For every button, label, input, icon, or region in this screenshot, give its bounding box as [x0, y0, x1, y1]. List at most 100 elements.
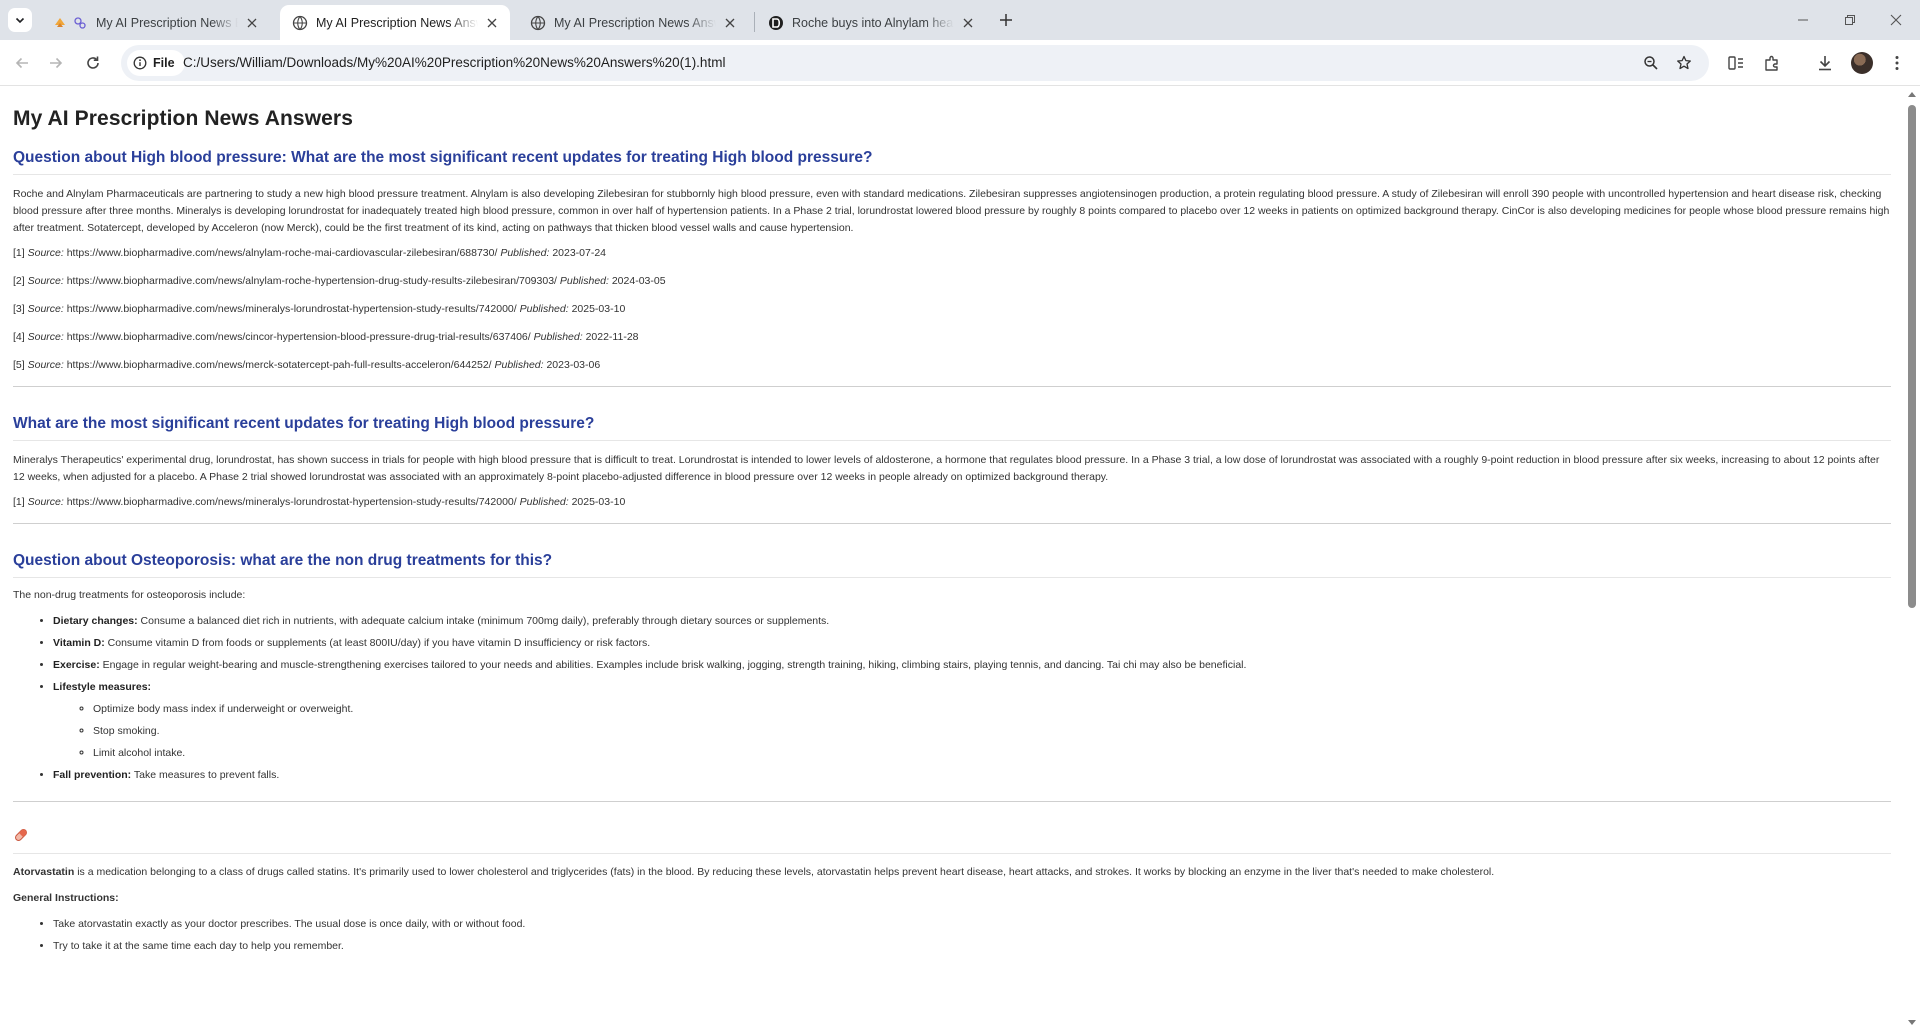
close-icon [1890, 14, 1902, 26]
item-label: Dietary changes: [53, 615, 138, 627]
zoom-icon[interactable] [1641, 53, 1661, 73]
profile-avatar[interactable] [1851, 52, 1873, 74]
source-url[interactable]: https://www.biopharmadive.com/news/miner… [67, 303, 517, 315]
list-item: Vitamin D: Consume vitamin D from foods … [53, 637, 1891, 649]
bookmark-star-icon[interactable] [1674, 53, 1694, 73]
drug-description-text: is a medication belonging to a class of … [77, 866, 1495, 878]
item-label: Fall prevention: [53, 769, 132, 781]
list-item: Fall prevention: Take measures to preven… [53, 769, 1891, 781]
tab-title: Roche buys into Alnylam heart [792, 15, 954, 30]
url-text[interactable]: C:/Users/William/Downloads/My%20AI%20Pre… [183, 55, 725, 70]
source-url[interactable]: https://www.biopharmadive.com/news/cinco… [67, 331, 531, 343]
qa-section-high-bp-2: What are the most significant recent upd… [13, 415, 1891, 509]
item-label: Exercise: [53, 659, 100, 671]
restore-button[interactable] [1827, 0, 1873, 40]
scroll-down-arrow-icon[interactable] [1908, 1020, 1916, 1025]
source-url[interactable]: https://www.biopharmadive.com/news/alnyl… [67, 247, 498, 259]
source-item: [2] Source: https://www.biopharmadive.co… [13, 274, 1891, 288]
more-menu-icon[interactable] [1886, 52, 1908, 74]
tab-ai-bot[interactable]: My AI Prescription News Bot [40, 5, 270, 40]
tab-answers[interactable]: My AI Prescription News Answers [518, 5, 748, 40]
vertical-scrollbar[interactable] [1904, 87, 1920, 1032]
source-label: Source: [27, 359, 64, 371]
tab-title: My AI Prescription News Answers [316, 15, 478, 30]
site-info-chip[interactable]: File [127, 50, 185, 76]
source-num: [3] [13, 303, 25, 315]
ai-bot-icon [52, 15, 68, 31]
close-tab-icon[interactable] [960, 15, 976, 31]
restore-icon [1845, 15, 1855, 25]
treatment-list: Dietary changes: Consume a balanced diet… [53, 615, 1891, 781]
sublist-item: Optimize body mass index if underweight … [93, 703, 1891, 715]
biopharma-dive-icon [768, 15, 784, 31]
back-button[interactable] [8, 49, 36, 77]
item-text: Take measures to prevent falls. [133, 769, 280, 781]
published-label: Published: [519, 496, 569, 508]
chevron-down-icon [15, 17, 25, 24]
published-date: 2023-03-06 [546, 359, 601, 371]
tab-roche-alnylam[interactable]: Roche buys into Alnylam heart [756, 5, 986, 40]
section-heading [13, 828, 1891, 854]
answer-text: Mineralys Therapeutics' experimental dru… [13, 454, 1880, 483]
lifestyle-sublist: Optimize body mass index if underweight … [93, 703, 1891, 759]
list-item: Take atorvastatin exactly as your doctor… [53, 918, 1891, 930]
new-tab-button[interactable] [995, 9, 1017, 31]
scroll-up-arrow-icon[interactable] [1908, 92, 1916, 97]
item-text: Consume a balanced diet rich in nutrient… [140, 615, 830, 627]
published-label: Published: [500, 247, 550, 259]
close-tab-icon[interactable] [722, 15, 738, 31]
tab-title: My AI Prescription News Bot [96, 15, 238, 30]
download-icon[interactable] [1814, 52, 1836, 74]
page-title: My AI Prescription News Answers [13, 107, 353, 130]
intro-text: The non-drug treatments for osteoporosis… [13, 589, 246, 601]
back-arrow-icon [15, 57, 28, 69]
section-heading: Question about Osteoporosis: what are th… [13, 552, 1891, 578]
minimize-button[interactable] [1780, 0, 1826, 40]
forward-button[interactable] [42, 49, 70, 77]
source-url[interactable]: https://www.biopharmadive.com/news/merck… [67, 359, 492, 371]
forward-arrow-icon [50, 57, 63, 69]
source-item: [5] Source: https://www.biopharmadive.co… [13, 358, 1891, 372]
tab-answers-active[interactable]: My AI Prescription News Answers [280, 5, 510, 40]
source-item: [1] Source: https://www.biopharmadive.co… [13, 246, 1891, 260]
source-label: Source: [27, 247, 64, 259]
source-num: [5] [13, 359, 25, 371]
scrollbar-thumb[interactable] [1908, 105, 1916, 608]
globe-icon [292, 15, 308, 31]
sublist-item: Stop smoking. [93, 725, 1891, 737]
close-tab-icon[interactable] [244, 15, 260, 31]
list-item: Dietary changes: Consume a balanced diet… [53, 615, 1891, 627]
tab-search-button[interactable] [8, 8, 32, 32]
general-instructions-label: General Instructions: [13, 892, 119, 904]
source-num: [1] [13, 496, 25, 508]
item-label: Vitamin D: [53, 637, 105, 649]
published-date: 2025-03-10 [571, 303, 626, 315]
page-content: My AI Prescription News Answers Question… [0, 87, 1904, 1032]
section-divider [13, 386, 1891, 387]
reading-mode-icon[interactable] [1725, 52, 1747, 74]
qa-section-atorvastatin: Atorvastatin is a medication belonging t… [13, 828, 1891, 952]
reload-icon [87, 56, 99, 69]
reload-button[interactable] [79, 49, 107, 77]
item-text: Engage in regular weight-bearing and mus… [102, 659, 1247, 671]
globe-icon [530, 15, 546, 31]
pill-icon [13, 827, 29, 848]
plus-icon [1000, 14, 1012, 26]
source-label: Source: [27, 496, 64, 508]
list-item: Exercise: Engage in regular weight-beari… [53, 659, 1891, 671]
answer-text: Roche and Alnylam Pharmaceuticals are pa… [13, 188, 1890, 234]
source-url[interactable]: https://www.biopharmadive.com/news/miner… [67, 496, 517, 508]
item-label: Lifestyle measures: [53, 681, 152, 693]
qa-section-osteoporosis: Question about Osteoporosis: what are th… [13, 552, 1891, 781]
published-label: Published: [533, 331, 583, 343]
source-item: [4] Source: https://www.biopharmadive.co… [13, 330, 1891, 344]
close-window-button[interactable] [1873, 0, 1919, 40]
extensions-puzzle-icon[interactable] [1761, 52, 1783, 74]
address-bar[interactable]: File C:/Users/William/Downloads/My%20AI%… [121, 45, 1709, 81]
general-instructions-heading: General Instructions: [13, 892, 1891, 904]
sparkle-icon [72, 15, 88, 31]
source-item: [1] Source: https://www.biopharmadive.co… [13, 495, 1891, 509]
source-url[interactable]: https://www.biopharmadive.com/news/alnyl… [67, 275, 557, 287]
close-tab-icon[interactable] [484, 15, 500, 31]
list-item: Try to take it at the same time each day… [53, 940, 1891, 952]
